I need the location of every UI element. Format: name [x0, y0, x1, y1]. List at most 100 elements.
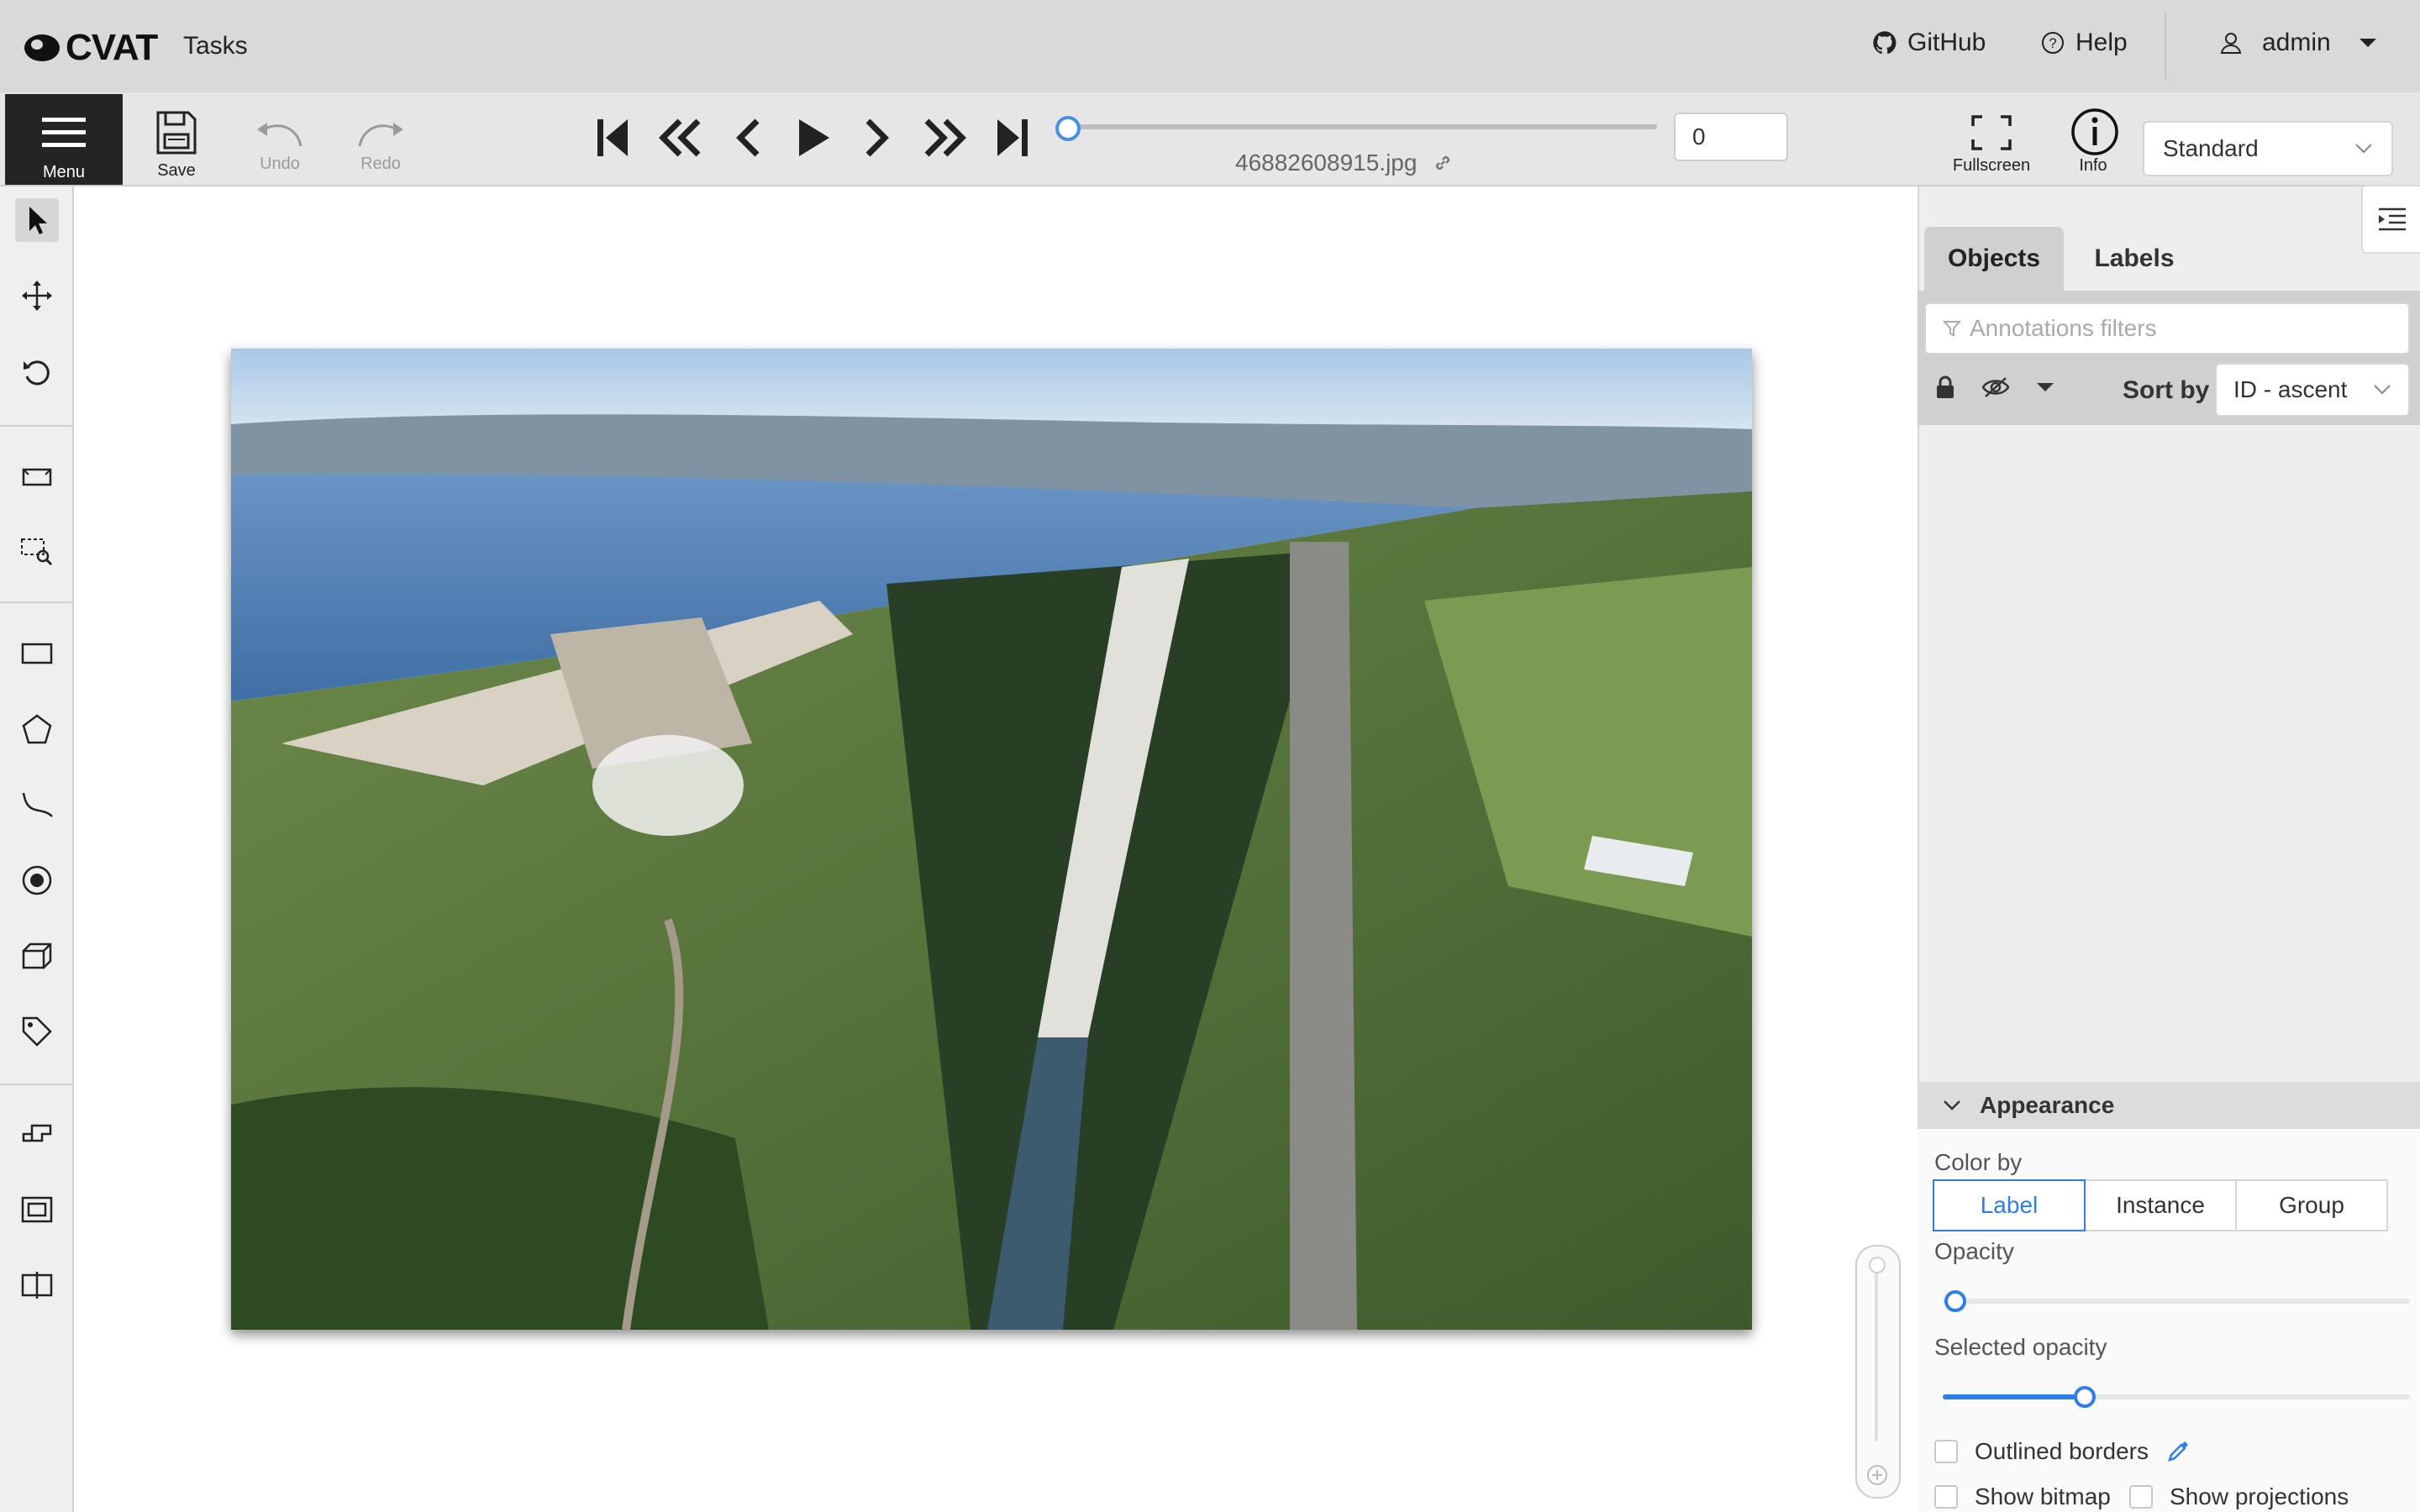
tag-icon — [22, 1016, 52, 1047]
filter-icon — [1943, 321, 1961, 337]
annotations-filter-input[interactable]: Annotations filters — [1924, 302, 2410, 354]
rotate-icon — [24, 360, 50, 386]
split-track-tool[interactable] — [15, 1263, 59, 1307]
github-label: GitHub — [1907, 29, 1986, 56]
filename-text: 46882608915.jpg — [1235, 150, 1418, 176]
move-tool[interactable] — [15, 274, 59, 318]
frame-slider-handle[interactable] — [1055, 116, 1081, 141]
save-button[interactable]: Save — [151, 109, 202, 181]
redo-icon — [358, 123, 403, 147]
question-circle-icon: ? — [2042, 32, 2064, 54]
info-label: Info — [2079, 156, 2107, 175]
chevron-down-icon — [2374, 385, 2391, 395]
cvat-logo[interactable]: CVAT — [24, 27, 158, 69]
info-button[interactable]: Info — [2070, 108, 2118, 176]
user-label: admin — [2262, 29, 2331, 56]
undo-label: Undo — [260, 155, 300, 173]
floppy-disk-icon — [156, 111, 197, 155]
selected-opacity-slider-handle[interactable] — [2074, 1386, 2096, 1408]
undo-button[interactable]: Undo — [250, 116, 309, 174]
color-picker-icon[interactable] — [2165, 1439, 2191, 1464]
cursor-tool[interactable] — [15, 198, 59, 242]
lock-icon[interactable] — [1934, 375, 1956, 400]
redo-button[interactable]: Redo — [351, 116, 410, 174]
opacity-slider-handle[interactable] — [1944, 1290, 1966, 1312]
workspace-value: Standard — [2163, 135, 2259, 161]
draw-polygon-tool[interactable] — [15, 707, 59, 751]
fullscreen-button[interactable]: Fullscreen — [1948, 114, 2035, 176]
menu-label: Menu — [42, 163, 86, 181]
cuboid-icon — [22, 942, 52, 969]
frame-slider[interactable] — [1069, 124, 1657, 129]
first-frame-icon[interactable] — [592, 114, 633, 161]
color-by-group-option[interactable]: Group — [2235, 1179, 2388, 1231]
previous-frame-icon[interactable] — [729, 114, 769, 161]
fit-image-tool[interactable] — [15, 455, 59, 499]
draw-points-tool[interactable] — [15, 858, 59, 902]
polygon-icon — [22, 714, 52, 744]
image-zoom-control[interactable] — [1855, 1245, 1901, 1499]
frame-number-input[interactable] — [1674, 113, 1788, 161]
help-link[interactable]: ? Help — [2040, 29, 2128, 57]
show-bitmap-checkbox[interactable] — [1934, 1485, 1958, 1509]
dam-aerial-photo — [231, 349, 1752, 1330]
show-bitmap-option[interactable]: Show bitmap — [1934, 1483, 2111, 1510]
filters-placeholder: Annotations filters — [1970, 315, 2157, 341]
zoom-slider-rail[interactable] — [1875, 1273, 1878, 1441]
controls-sidebar — [0, 186, 74, 1512]
chevron-down-icon — [2355, 144, 2372, 154]
tab-objects[interactable]: Objects — [1924, 227, 2064, 291]
merge-shapes-tool[interactable] — [15, 1112, 59, 1156]
setup-tag-tool[interactable] — [15, 1010, 59, 1053]
github-icon — [1873, 31, 1897, 55]
eye-invisible-icon[interactable] — [1981, 375, 2010, 399]
opacity-slider[interactable] — [1943, 1299, 2410, 1304]
color-by-instance-option[interactable]: Instance — [2084, 1179, 2237, 1231]
caret-down-icon[interactable] — [2035, 381, 2055, 394]
appearance-collapse-header[interactable]: Appearance — [1918, 1082, 2420, 1129]
sort-by-select[interactable]: ID - ascent — [2215, 363, 2410, 417]
color-by-radio-group: Label Instance Group — [1933, 1179, 2388, 1231]
user-menu[interactable]: admin — [2218, 29, 2378, 57]
cvat-eye-icon — [24, 34, 60, 61]
help-label: Help — [2075, 29, 2128, 56]
tab-labels[interactable]: Labels — [2075, 227, 2193, 291]
outlined-borders-checkbox[interactable] — [1934, 1440, 1958, 1463]
rotate-tool[interactable] — [15, 351, 59, 395]
sort-value: ID - ascent — [2233, 376, 2348, 402]
show-projections-option[interactable]: Show projections — [2129, 1483, 2349, 1510]
show-projections-checkbox[interactable] — [2129, 1485, 2153, 1509]
next-frame-icon[interactable] — [856, 114, 897, 161]
merge-icon — [22, 1124, 52, 1142]
link-icon[interactable] — [1432, 152, 1454, 174]
forward-step-icon[interactable] — [920, 114, 969, 161]
sort-by-label: Sort by — [2123, 376, 2210, 404]
objects-bulk-controls — [1934, 375, 2055, 400]
group-shapes-tool[interactable] — [15, 1188, 59, 1231]
zoom-region-tool[interactable] — [15, 529, 59, 573]
zoom-region-icon — [21, 538, 53, 566]
split-icon — [21, 1272, 53, 1299]
draw-polyline-tool[interactable] — [15, 783, 59, 827]
undo-icon — [257, 123, 302, 147]
collapse-sidebar-button[interactable] — [2361, 185, 2420, 254]
tasks-link[interactable]: Tasks — [183, 32, 248, 60]
last-frame-icon[interactable] — [992, 114, 1033, 161]
zoom-in-icon[interactable] — [1865, 1463, 1889, 1487]
outlined-borders-label: Outlined borders — [1975, 1438, 2149, 1464]
frame-filename: 46882608915.jpg — [1235, 150, 1454, 176]
github-link[interactable]: GitHub — [1872, 29, 1986, 57]
frame-image[interactable] — [231, 349, 1752, 1330]
color-by-label-option[interactable]: Label — [1933, 1179, 2086, 1231]
zoom-handle-icon[interactable] — [1867, 1255, 1887, 1275]
draw-rectangle-tool[interactable] — [15, 632, 59, 675]
workspace-select[interactable]: Standard — [2143, 121, 2393, 176]
header-divider — [2165, 13, 2166, 79]
outlined-borders-option[interactable]: Outlined borders — [1934, 1438, 2191, 1465]
play-icon[interactable] — [792, 114, 833, 161]
fullscreen-icon — [1971, 115, 2012, 150]
menu-button[interactable]: Menu — [5, 94, 123, 185]
backward-step-icon[interactable] — [656, 114, 705, 161]
user-icon — [2220, 33, 2242, 54]
draw-cuboid-tool[interactable] — [15, 934, 59, 978]
